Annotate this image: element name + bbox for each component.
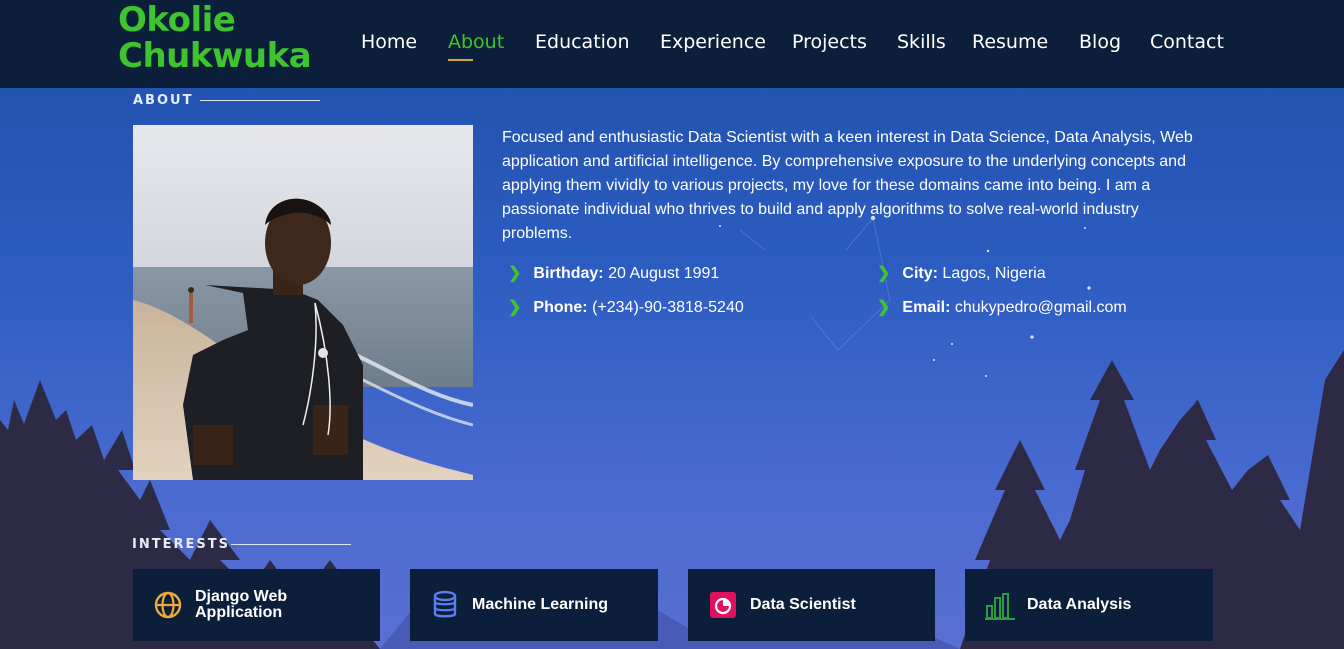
email-value[interactable]: chukypedro@gmail.com — [955, 299, 1127, 316]
interest-label: Machine Learning — [472, 596, 609, 613]
nav-projects[interactable]: Projects — [792, 30, 867, 54]
interest-card-machine-learning[interactable]: Machine Learning — [410, 569, 658, 641]
about-section-title: ABOUT — [133, 93, 194, 108]
profile-photo — [133, 125, 473, 480]
email-label: Email: — [902, 299, 951, 316]
brand-logo[interactable]: Okolie Chukwuka — [118, 0, 312, 76]
nav-blog[interactable]: Blog — [1079, 30, 1121, 54]
globe-icon — [154, 591, 182, 619]
interest-label: Data Scientist — [750, 596, 856, 613]
phone-info: ❯ Phone: (+234)-90-3818-5240 — [508, 297, 744, 317]
active-nav-indicator — [448, 59, 473, 61]
birthday-label: Birthday: — [533, 265, 604, 282]
interest-label: Data Analysis — [1027, 596, 1132, 613]
nav-contact[interactable]: Contact — [1150, 30, 1224, 54]
interest-card-data-scientist[interactable]: Data Scientist — [688, 569, 935, 641]
birthday-value: 20 August 1991 — [608, 265, 720, 282]
city-label: City: — [902, 265, 938, 282]
email-info: ❯ Email: chukypedro@gmail.com — [877, 297, 1127, 317]
nav-experience[interactable]: Experience — [660, 30, 766, 54]
chevron-right-icon: ❯ — [508, 265, 522, 282]
interest-card-data-analysis[interactable]: Data Analysis — [965, 569, 1213, 641]
city-info: ❯ City: Lagos, Nigeria — [877, 263, 1046, 283]
nav-about[interactable]: About — [448, 30, 504, 54]
top-navigation-bar: Okolie Chukwuka Home About Education Exp… — [0, 0, 1344, 88]
interest-label: Django Web Application — [195, 588, 288, 621]
brand-last-name: Chukwuka — [118, 36, 312, 76]
birthday-info: ❯ Birthday: 20 August 1991 — [508, 263, 719, 283]
nav-home[interactable]: Home — [361, 30, 417, 54]
about-title-divider — [200, 100, 320, 101]
nav-skills[interactable]: Skills — [897, 30, 946, 54]
chevron-right-icon: ❯ — [877, 299, 891, 316]
database-icon — [433, 590, 457, 618]
nav-education[interactable]: Education — [535, 30, 630, 54]
brand-first-name: Okolie — [118, 0, 236, 40]
city-value: Lagos, Nigeria — [942, 265, 1046, 282]
interests-title-divider — [231, 544, 351, 545]
bar-chart-icon — [985, 593, 1015, 620]
phone-label: Phone: — [533, 299, 588, 316]
pie-chart-icon — [710, 592, 736, 618]
interest-card-django[interactable]: Django Web Application — [133, 569, 380, 641]
chevron-right-icon: ❯ — [877, 265, 891, 282]
phone-value: (+234)-90-3818-5240 — [592, 299, 744, 316]
nav-resume[interactable]: Resume — [972, 30, 1048, 54]
chevron-right-icon: ❯ — [508, 299, 522, 316]
about-bio: Focused and enthusiastic Data Scientist … — [502, 129, 1193, 242]
interests-section-title: INTERESTS — [132, 537, 230, 552]
